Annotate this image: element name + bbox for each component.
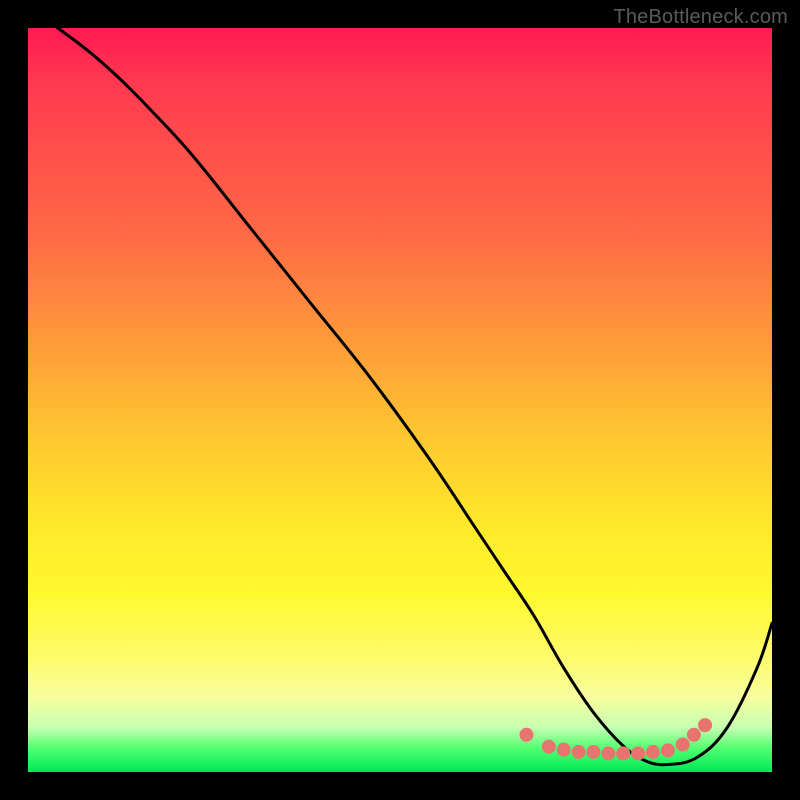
chart-svg bbox=[28, 28, 772, 772]
watermark-text: TheBottleneck.com bbox=[613, 6, 788, 29]
plot-area bbox=[28, 28, 772, 772]
curve-marker bbox=[602, 747, 615, 760]
curve-marker bbox=[676, 738, 689, 751]
chart-frame: TheBottleneck.com bbox=[0, 0, 800, 800]
curve-marker bbox=[632, 747, 645, 760]
curve-marker bbox=[557, 743, 570, 756]
curve-marker bbox=[542, 740, 555, 753]
curve-marker bbox=[687, 728, 700, 741]
curve-marker bbox=[587, 745, 600, 758]
curve-marker bbox=[699, 719, 712, 732]
curve-marker bbox=[572, 745, 585, 758]
curve-marker bbox=[520, 728, 533, 741]
curve-line bbox=[58, 28, 772, 765]
curve-marker bbox=[661, 744, 674, 757]
curve-marker bbox=[617, 747, 630, 760]
curve-marker bbox=[646, 745, 659, 758]
